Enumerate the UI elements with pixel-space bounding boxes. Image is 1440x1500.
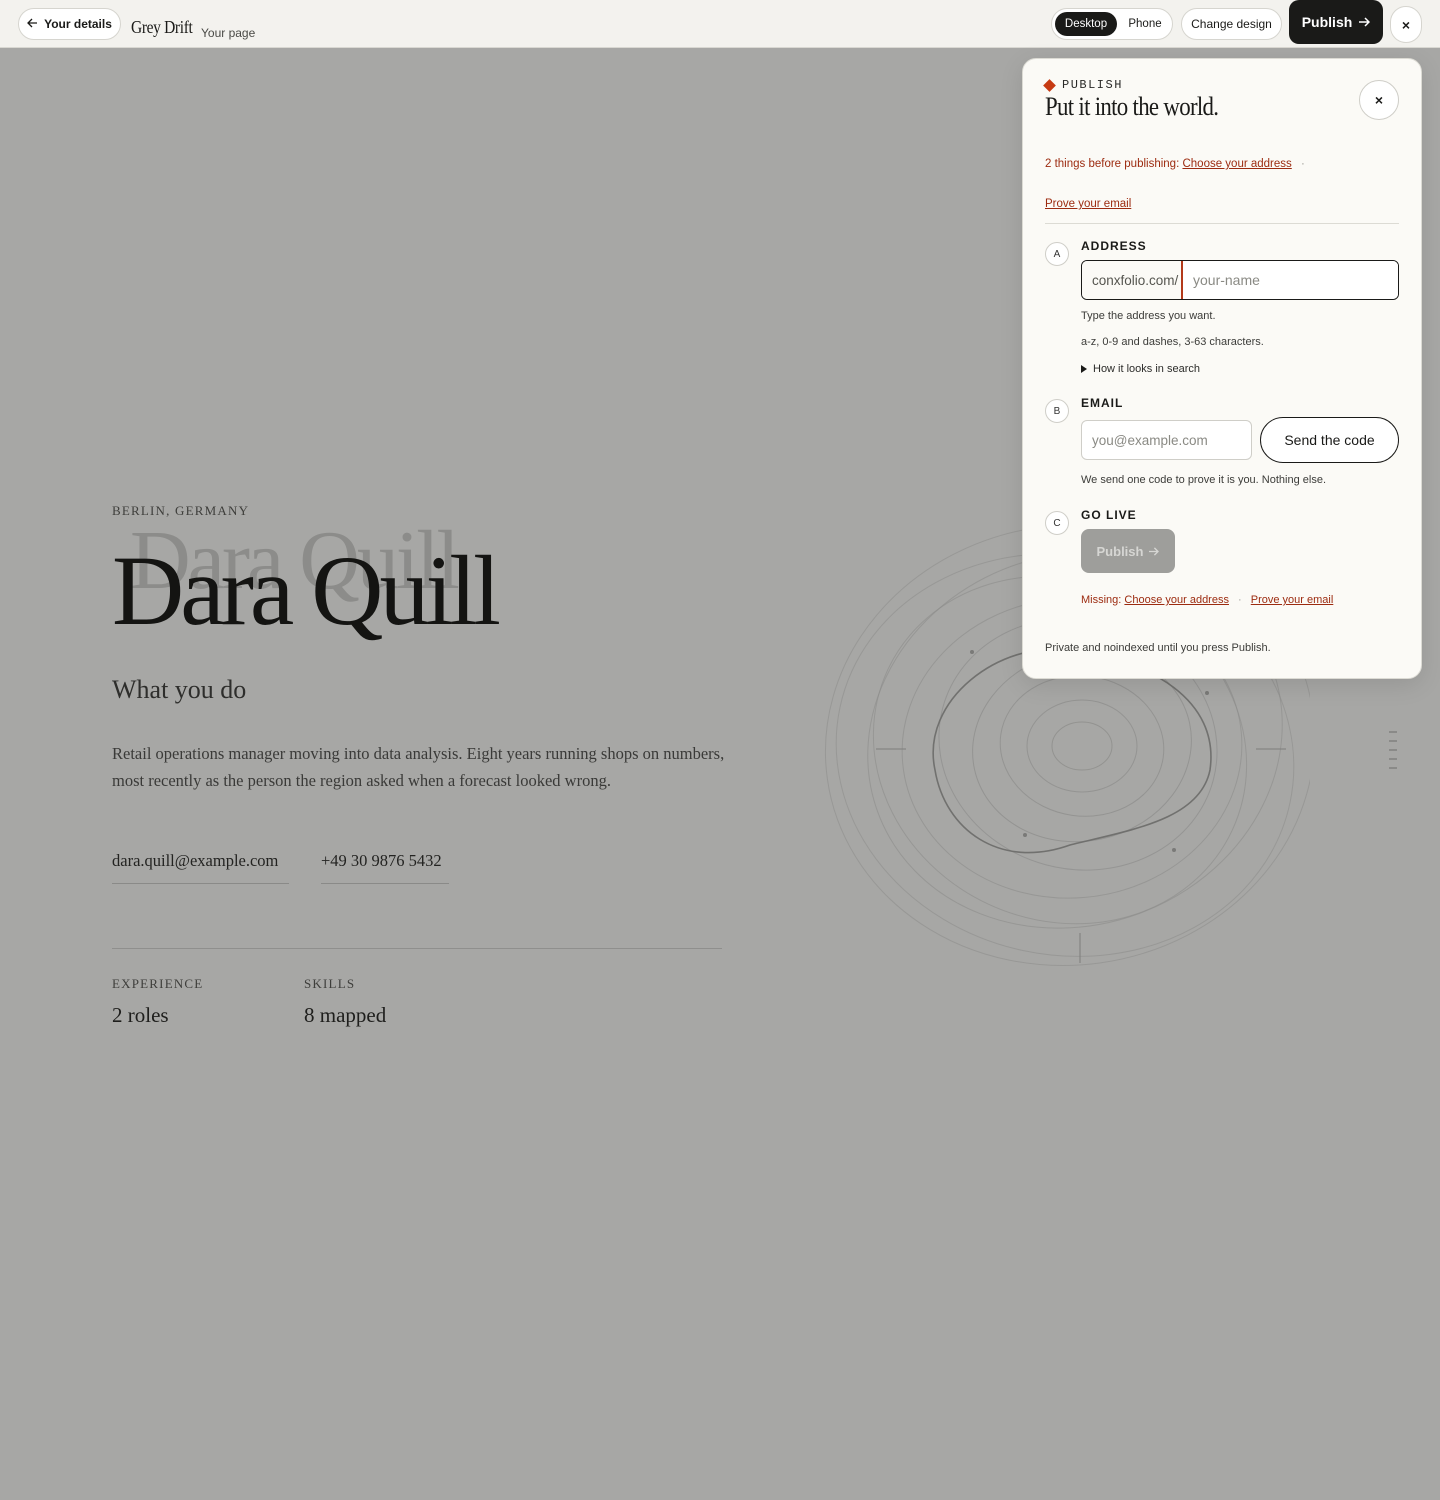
address-label: ADDRESS [1081,239,1147,253]
view-desktop-tab[interactable]: Desktop [1055,12,1117,36]
missing-prefix: Missing: [1081,594,1122,606]
send-code-button[interactable]: Send the code [1260,417,1399,463]
top-bar: Your details Grey Drift Your page Deskto… [0,0,1440,48]
address-hint: Type the address you want. [1081,310,1216,322]
publish-warning: 2 things before publishing: Choose your … [1045,144,1395,224]
go-live-label: GO LIVE [1081,508,1137,522]
separator-dot: · [1300,158,1305,170]
scale-ticks [1389,731,1397,769]
back-to-details-button[interactable]: Your details [18,8,121,40]
triangle-right-icon [1081,365,1087,373]
profile-name: Dara Quill [112,535,501,646]
experience-value: 2 roles [112,1003,169,1027]
arrow-left-icon [27,17,38,31]
step-b-badge: B [1045,399,1069,423]
email-hint: We send one code to prove it is you. Not… [1081,474,1326,486]
panel-title: Put it into the world. [1045,92,1219,121]
warning-prefix: 2 things before publishing: [1045,158,1180,170]
close-editor-button[interactable]: × [1390,6,1422,43]
address-input[interactable] [1183,261,1398,299]
email-label: EMAIL [1081,396,1124,410]
separator-dot: · [1238,594,1242,606]
address-rules: a-z, 0-9 and dashes, 3-63 characters. [1081,336,1264,348]
warning-link-email[interactable]: Prove your email [1045,198,1131,210]
panel-eyebrow-label: PUBLISH [1062,78,1123,92]
close-icon: × [1401,16,1411,33]
missing-requirements: Missing: Choose your address · Prove you… [1081,594,1333,606]
role-title: What you do [112,675,247,704]
experience-label: EXPERIENCE [112,976,204,991]
step-a-badge: A [1045,242,1069,266]
publish-panel: PUBLISH Put it into the world. × 2 thing… [1022,58,1422,679]
search-preview-toggle[interactable]: How it looks in search [1081,363,1200,375]
email-input[interactable] [1081,420,1252,460]
publish-button[interactable]: Publish [1289,0,1383,44]
missing-link-address[interactable]: Choose your address [1124,594,1229,606]
skills-value: 8 mapped [304,1003,387,1027]
change-design-button[interactable]: Change design [1181,8,1282,40]
view-phone-tab[interactable]: Phone [1120,12,1170,36]
back-button-label: Your details [44,17,112,31]
publish-button-label: Publish [1301,14,1353,30]
site-subtitle: Your page [201,26,256,40]
missing-link-email[interactable]: Prove your email [1251,594,1334,606]
bio-text: Retail operations manager moving into da… [112,744,725,790]
step-c-badge: C [1045,511,1069,535]
panel-close-button[interactable]: × [1359,80,1399,120]
contact-phone-link[interactable]: +49 30 9876 5432 [321,851,449,884]
panel-eyebrow: PUBLISH [1043,78,1123,92]
address-prefix: conxfolio.com/ [1082,261,1183,299]
contact-email-link[interactable]: dara.quill@example.com [112,851,289,884]
go-live-publish-label: Publish [1096,543,1144,559]
address-field: conxfolio.com/ [1081,260,1399,300]
search-preview-label: How it looks in search [1093,363,1200,375]
arrow-right-icon [1358,14,1371,30]
skills-label: SKILLS [304,976,356,991]
view-toggle: Desktop Phone [1051,8,1173,40]
section-divider [112,948,722,949]
panel-divider [1045,223,1399,224]
arrow-right-icon [1148,544,1160,559]
privacy-note: Private and noindexed until you press Pu… [1045,642,1271,654]
site-name: Grey Drift [131,17,193,37]
diamond-icon [1043,78,1056,92]
go-live-publish-button[interactable]: Publish [1081,529,1175,573]
close-icon: × [1374,92,1384,108]
warning-link-address[interactable]: Choose your address [1182,158,1291,170]
